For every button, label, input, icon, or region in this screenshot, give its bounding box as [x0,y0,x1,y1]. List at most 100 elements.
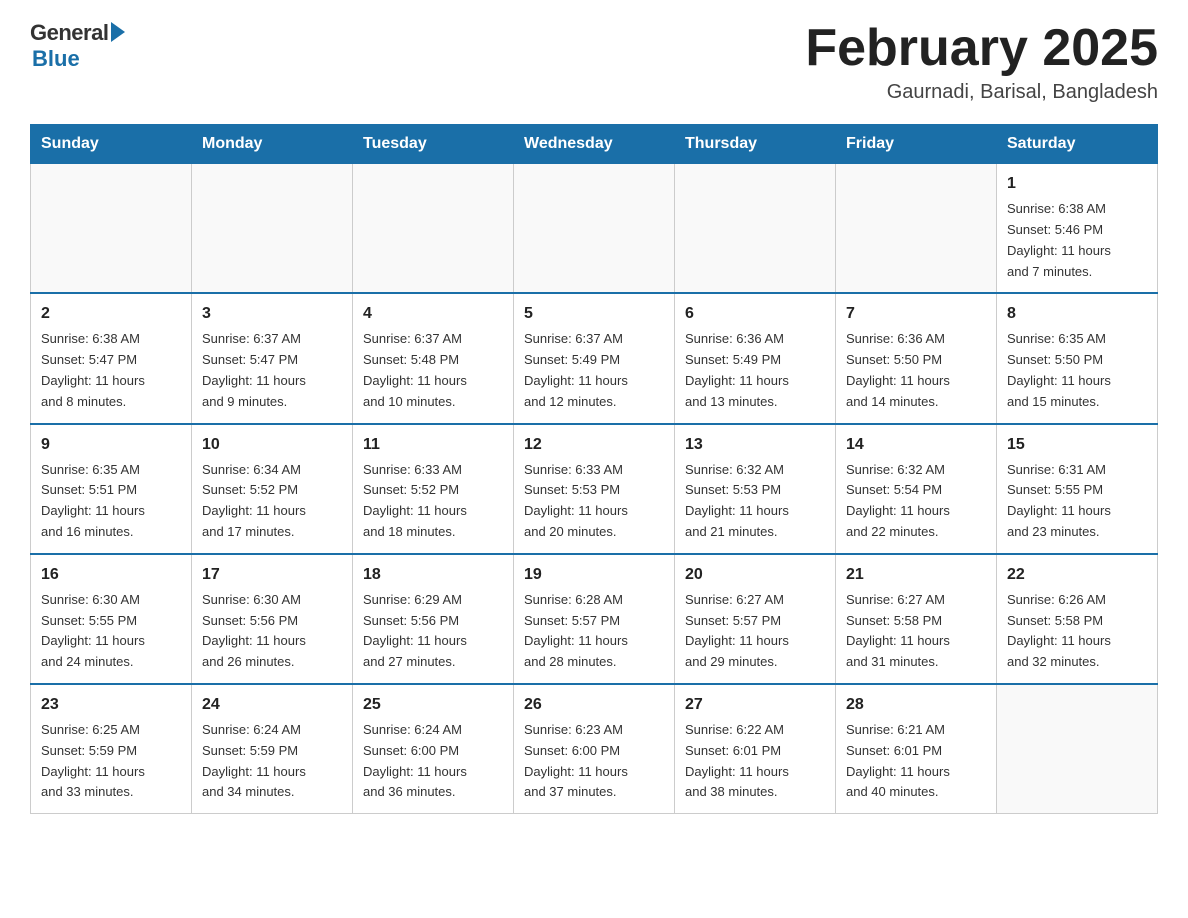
header-sunday: Sunday [31,125,192,164]
calendar-week-row: 16 Sunrise: 6:30 AM Sunset: 5:55 PM Dayli… [31,554,1158,684]
day-number: 8 [1007,302,1147,326]
header-friday: Friday [836,125,997,164]
day-info: Sunrise: 6:27 AM Sunset: 5:58 PM Dayligh… [846,590,986,673]
day-number: 15 [1007,433,1147,457]
day-info: Sunrise: 6:34 AM Sunset: 5:52 PM Dayligh… [202,460,342,543]
table-row: 22 Sunrise: 6:26 AM Sunset: 5:58 PM Dayli… [997,554,1158,684]
day-number: 14 [846,433,986,457]
day-info: Sunrise: 6:24 AM Sunset: 5:59 PM Dayligh… [202,720,342,803]
day-number: 17 [202,563,342,587]
table-row [514,164,675,294]
table-row [675,164,836,294]
day-info: Sunrise: 6:22 AM Sunset: 6:01 PM Dayligh… [685,720,825,803]
day-info: Sunrise: 6:25 AM Sunset: 5:59 PM Dayligh… [41,720,181,803]
calendar-header-row: Sunday Monday Tuesday Wednesday Thursday… [31,125,1158,164]
day-number: 23 [41,693,181,717]
day-number: 6 [685,302,825,326]
table-row [31,164,192,294]
day-info: Sunrise: 6:28 AM Sunset: 5:57 PM Dayligh… [524,590,664,673]
table-row: 4 Sunrise: 6:37 AM Sunset: 5:48 PM Daylig… [353,293,514,423]
calendar-week-row: 23 Sunrise: 6:25 AM Sunset: 5:59 PM Dayli… [31,684,1158,814]
day-number: 13 [685,433,825,457]
day-info: Sunrise: 6:26 AM Sunset: 5:58 PM Dayligh… [1007,590,1147,673]
table-row: 1 Sunrise: 6:38 AM Sunset: 5:46 PM Daylig… [997,164,1158,294]
day-number: 27 [685,693,825,717]
day-info: Sunrise: 6:36 AM Sunset: 5:49 PM Dayligh… [685,329,825,412]
table-row: 6 Sunrise: 6:36 AM Sunset: 5:49 PM Daylig… [675,293,836,423]
table-row: 19 Sunrise: 6:28 AM Sunset: 5:57 PM Dayli… [514,554,675,684]
day-number: 26 [524,693,664,717]
table-row: 16 Sunrise: 6:30 AM Sunset: 5:55 PM Dayli… [31,554,192,684]
table-row: 5 Sunrise: 6:37 AM Sunset: 5:49 PM Daylig… [514,293,675,423]
day-info: Sunrise: 6:30 AM Sunset: 5:55 PM Dayligh… [41,590,181,673]
logo-general-text: General [30,20,108,46]
day-number: 7 [846,302,986,326]
table-row: 11Sunrise: 6:33 AM Sunset: 5:52 PM Dayli… [353,424,514,554]
table-row: 24 Sunrise: 6:24 AM Sunset: 5:59 PM Dayli… [192,684,353,814]
table-row [836,164,997,294]
header-monday: Monday [192,125,353,164]
day-info: Sunrise: 6:37 AM Sunset: 5:48 PM Dayligh… [363,329,503,412]
day-number: 4 [363,302,503,326]
day-number: 18 [363,563,503,587]
table-row: 25Sunrise: 6:24 AM Sunset: 6:00 PM Dayli… [353,684,514,814]
day-number: 2 [41,302,181,326]
table-row [353,164,514,294]
day-info: Sunrise: 6:37 AM Sunset: 5:49 PM Dayligh… [524,329,664,412]
header-thursday: Thursday [675,125,836,164]
day-info: Sunrise: 6:37 AM Sunset: 5:47 PM Dayligh… [202,329,342,412]
calendar-week-row: 1 Sunrise: 6:38 AM Sunset: 5:46 PM Daylig… [31,164,1158,294]
header-saturday: Saturday [997,125,1158,164]
table-row: 9Sunrise: 6:35 AM Sunset: 5:51 PM Daylig… [31,424,192,554]
day-number: 9 [41,433,181,457]
table-row: 14 Sunrise: 6:32 AM Sunset: 5:54 PM Dayli… [836,424,997,554]
table-row: 12Sunrise: 6:33 AM Sunset: 5:53 PM Dayli… [514,424,675,554]
table-row: 7 Sunrise: 6:36 AM Sunset: 5:50 PM Daylig… [836,293,997,423]
table-row: 17 Sunrise: 6:30 AM Sunset: 5:56 PM Dayli… [192,554,353,684]
day-number: 10 [202,433,342,457]
table-row: 28 Sunrise: 6:21 AM Sunset: 6:01 PM Dayli… [836,684,997,814]
day-number: 5 [524,302,664,326]
day-info: Sunrise: 6:30 AM Sunset: 5:56 PM Dayligh… [202,590,342,673]
table-row: 20 Sunrise: 6:27 AM Sunset: 5:57 PM Dayli… [675,554,836,684]
day-info: Sunrise: 6:35 AM Sunset: 5:50 PM Dayligh… [1007,329,1147,412]
table-row: 21 Sunrise: 6:27 AM Sunset: 5:58 PM Dayli… [836,554,997,684]
day-info: Sunrise: 6:32 AM Sunset: 5:54 PM Dayligh… [846,460,986,543]
day-number: 21 [846,563,986,587]
day-info: Sunrise: 6:32 AM Sunset: 5:53 PM Dayligh… [685,460,825,543]
day-info: Sunrise: 6:23 AM Sunset: 6:00 PM Dayligh… [524,720,664,803]
day-info: Sunrise: 6:36 AM Sunset: 5:50 PM Dayligh… [846,329,986,412]
table-row [192,164,353,294]
table-row: 13 Sunrise: 6:32 AM Sunset: 5:53 PM Dayli… [675,424,836,554]
day-number: 28 [846,693,986,717]
title-section: February 2025 Gaurnadi, Barisal, Banglad… [805,20,1158,104]
table-row: 26 Sunrise: 6:23 AM Sunset: 6:00 PM Dayli… [514,684,675,814]
day-number: 20 [685,563,825,587]
table-row: 2 Sunrise: 6:38 AM Sunset: 5:47 PM Daylig… [31,293,192,423]
day-info: Sunrise: 6:27 AM Sunset: 5:57 PM Dayligh… [685,590,825,673]
table-row: 8 Sunrise: 6:35 AM Sunset: 5:50 PM Daylig… [997,293,1158,423]
day-number: 19 [524,563,664,587]
logo-arrow-icon [111,22,125,42]
header-wednesday: Wednesday [514,125,675,164]
day-info: Sunrise: 6:33 AM Sunset: 5:53 PM Dayligh… [524,460,664,543]
day-number: 22 [1007,563,1147,587]
location-text: Gaurnadi, Barisal, Bangladesh [805,81,1158,104]
day-number: 3 [202,302,342,326]
day-number: 1 [1007,172,1147,196]
day-info: Sunrise: 6:31 AM Sunset: 5:55 PM Dayligh… [1007,460,1147,543]
day-info: Sunrise: 6:21 AM Sunset: 6:01 PM Dayligh… [846,720,986,803]
day-number: 24 [202,693,342,717]
page-header: General Blue February 2025 Gaurnadi, Bar… [30,20,1158,104]
day-info: Sunrise: 6:38 AM Sunset: 5:46 PM Dayligh… [1007,199,1147,282]
header-tuesday: Tuesday [353,125,514,164]
day-number: 25 [363,693,503,717]
table-row [997,684,1158,814]
table-row: 18Sunrise: 6:29 AM Sunset: 5:56 PM Dayli… [353,554,514,684]
day-number: 16 [41,563,181,587]
calendar-table: Sunday Monday Tuesday Wednesday Thursday… [30,124,1158,814]
day-info: Sunrise: 6:38 AM Sunset: 5:47 PM Dayligh… [41,329,181,412]
calendar-week-row: 9Sunrise: 6:35 AM Sunset: 5:51 PM Daylig… [31,424,1158,554]
table-row: 10 Sunrise: 6:34 AM Sunset: 5:52 PM Dayli… [192,424,353,554]
day-info: Sunrise: 6:33 AM Sunset: 5:52 PM Dayligh… [363,460,503,543]
